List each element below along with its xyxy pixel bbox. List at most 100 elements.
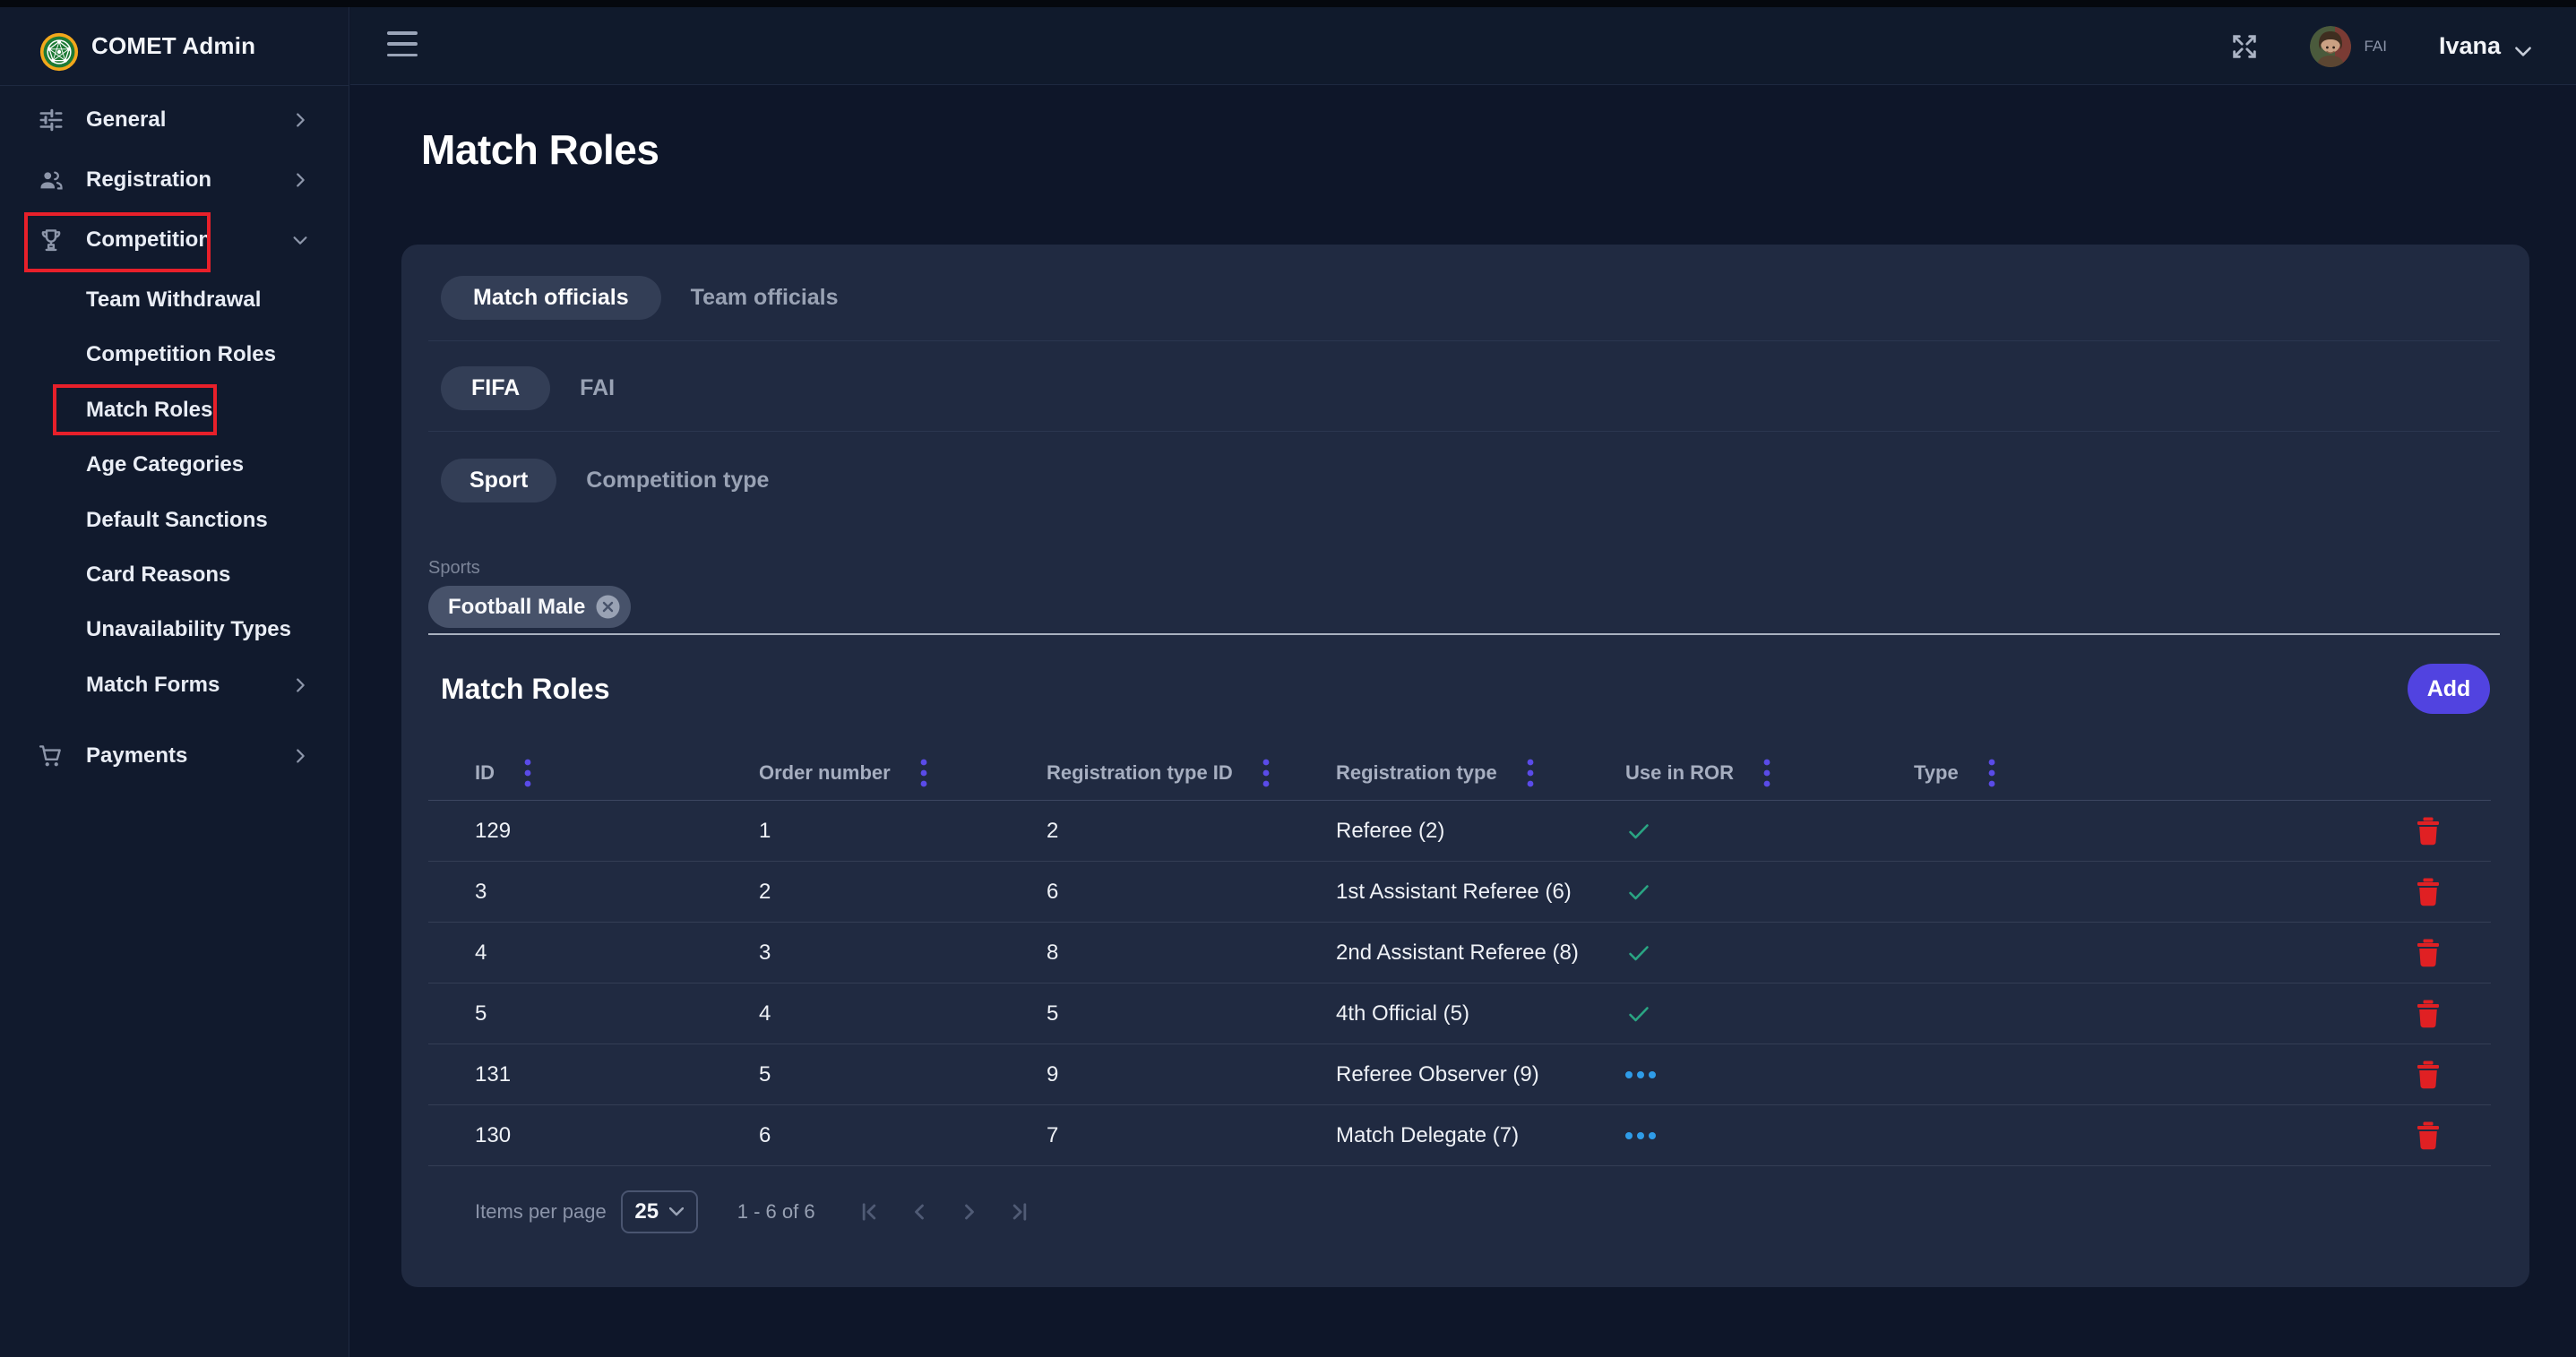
sidebar-item-label: Payments: [86, 743, 187, 769]
sports-chip-label: Football Male: [448, 595, 585, 620]
use-in-ror-dots-icon: [1625, 1132, 1656, 1139]
cell-order-number: 6: [712, 1123, 1000, 1148]
cell-use-in-ror: [1579, 1132, 1867, 1139]
sports-field-underline: [428, 633, 2500, 635]
sidebar-item-match-roles[interactable]: Match Roles: [0, 382, 349, 438]
trophy-icon: [38, 227, 65, 253]
column-menu-icon[interactable]: [1260, 757, 1272, 789]
chevron-right-icon: [290, 675, 310, 695]
delete-row-icon[interactable]: [2413, 1059, 2443, 1091]
sidebar-item-default-sanctions[interactable]: Default Sanctions: [0, 493, 349, 548]
tab-fifa[interactable]: FIFA: [441, 366, 550, 410]
cell-use-in-ror: [1579, 1001, 1867, 1027]
first-page-icon[interactable]: [851, 1194, 887, 1230]
tab-sport[interactable]: Sport: [441, 459, 556, 502]
tab-match-officials[interactable]: Match officials: [441, 276, 661, 320]
divider: [428, 340, 2500, 341]
column-header-registration-type-id: Registration type ID: [1047, 761, 1233, 785]
cell-order-number: 1: [712, 819, 1000, 844]
pager-buttons: [851, 1194, 1038, 1230]
column-menu-icon[interactable]: [918, 757, 930, 789]
cell-id: 5: [428, 1001, 712, 1026]
sidebar-item-registration[interactable]: Registration: [0, 152, 349, 208]
delete-row-icon[interactable]: [2413, 937, 2443, 969]
sidebar-item-team-withdrawal[interactable]: Team Withdrawal: [0, 272, 349, 328]
column-header-id: ID: [475, 761, 495, 785]
add-button[interactable]: Add: [2408, 664, 2490, 714]
sidebar-item-age-categories[interactable]: Age Categories: [0, 437, 349, 493]
cell-order-number: 5: [712, 1062, 1000, 1087]
delete-row-icon[interactable]: [2413, 998, 2443, 1030]
cell-order-number: 2: [712, 880, 1000, 905]
menu-toggle-icon[interactable]: [387, 31, 418, 56]
page-size-select[interactable]: 25: [621, 1190, 698, 1233]
cell-order-number: 3: [712, 940, 1000, 966]
use-in-ror-check-icon: [1625, 879, 1652, 906]
remove-chip-icon[interactable]: [596, 595, 620, 619]
table-row: 12912Referee (2): [428, 801, 2491, 862]
brand-separator: [0, 85, 349, 86]
content-panel: Match officials Team officials FIFA FAI …: [401, 245, 2529, 1287]
sidebar-item-unavailability-types[interactable]: Unavailability Types: [0, 602, 349, 657]
delete-row-icon[interactable]: [2413, 1120, 2443, 1152]
items-per-page-label: Items per page: [475, 1200, 607, 1224]
column-header-registration-type: Registration type: [1336, 761, 1497, 785]
table-header-row: ID Order number Registration type ID Reg…: [428, 746, 2491, 801]
cell-use-in-ror: [1579, 1071, 1867, 1078]
topbar: FAI Ivana: [350, 7, 2576, 85]
column-menu-icon[interactable]: [1761, 757, 1773, 789]
divider: [428, 431, 2500, 432]
tab-competition-type[interactable]: Competition type: [586, 468, 769, 494]
sidebar-item-card-reasons[interactable]: Card Reasons: [0, 547, 349, 603]
user-avatar[interactable]: [2310, 26, 2351, 67]
cell-registration-type: Match Delegate (7): [1289, 1123, 1579, 1148]
sidebar-item-general[interactable]: General: [0, 92, 349, 148]
comet-logo-icon: [39, 32, 79, 72]
app-title: COMET Admin: [91, 7, 255, 85]
cell-registration-type-id: 6: [1000, 880, 1289, 905]
column-header-type: Type: [1914, 761, 1959, 785]
mode-tabs: Sport Competition type: [441, 459, 769, 502]
cell-id: 129: [428, 819, 712, 844]
match-roles-table: ID Order number Registration type ID Reg…: [428, 746, 2491, 1166]
sidebar-item-label: Competition: [86, 228, 211, 253]
column-menu-icon[interactable]: [1986, 757, 1998, 789]
last-page-icon[interactable]: [1002, 1194, 1038, 1230]
chevron-down-icon: [290, 230, 310, 250]
topbar-right: FAI Ivana: [2229, 7, 2535, 85]
user-menu-chevron-down-icon[interactable]: [2511, 39, 2535, 63]
delete-row-icon[interactable]: [2413, 876, 2443, 908]
cell-order-number: 4: [712, 1001, 1000, 1026]
sidebar-item-label: Match Forms: [86, 673, 220, 698]
cell-use-in-ror: [1579, 879, 1867, 906]
use-in-ror-dots-icon: [1625, 1071, 1656, 1078]
sidebar-item-payments[interactable]: Payments: [0, 728, 349, 784]
sidebar-item-competition[interactable]: Competition: [0, 212, 349, 268]
use-in-ror-check-icon: [1625, 1001, 1652, 1027]
fullscreen-icon[interactable]: [2229, 31, 2260, 62]
paginator: Items per page 25 1 - 6 of 6: [475, 1185, 1038, 1239]
table-row: 5454th Official (5): [428, 983, 2491, 1044]
chevron-right-icon: [290, 110, 310, 130]
sidebar-item-label: General: [86, 107, 166, 133]
cell-registration-type-id: 7: [1000, 1123, 1289, 1148]
column-menu-icon[interactable]: [1524, 757, 1537, 789]
org-tabs: FIFA FAI: [441, 366, 615, 410]
tab-fai[interactable]: FAI: [580, 375, 615, 401]
use-in-ror-check-icon: [1625, 818, 1652, 845]
sidebar-item-label: Default Sanctions: [86, 508, 268, 533]
delete-row-icon[interactable]: [2413, 815, 2443, 847]
next-page-icon[interactable]: [952, 1194, 987, 1230]
cell-registration-type-id: 9: [1000, 1062, 1289, 1087]
cell-registration-type: Referee (2): [1289, 819, 1579, 844]
chevron-right-icon: [290, 170, 310, 190]
column-menu-icon[interactable]: [521, 757, 534, 789]
column-header-order-number: Order number: [759, 761, 891, 785]
table-row: 4382nd Assistant Referee (8): [428, 923, 2491, 983]
tab-team-officials[interactable]: Team officials: [691, 285, 839, 311]
sidebar-item-match-forms[interactable]: Match Forms: [0, 657, 349, 713]
column-header-use-in-ror: Use in ROR: [1625, 761, 1734, 785]
previous-page-icon[interactable]: [901, 1194, 937, 1230]
sidebar-item-competition-roles[interactable]: Competition Roles: [0, 327, 349, 382]
cell-registration-type: 2nd Assistant Referee (8): [1289, 940, 1579, 966]
